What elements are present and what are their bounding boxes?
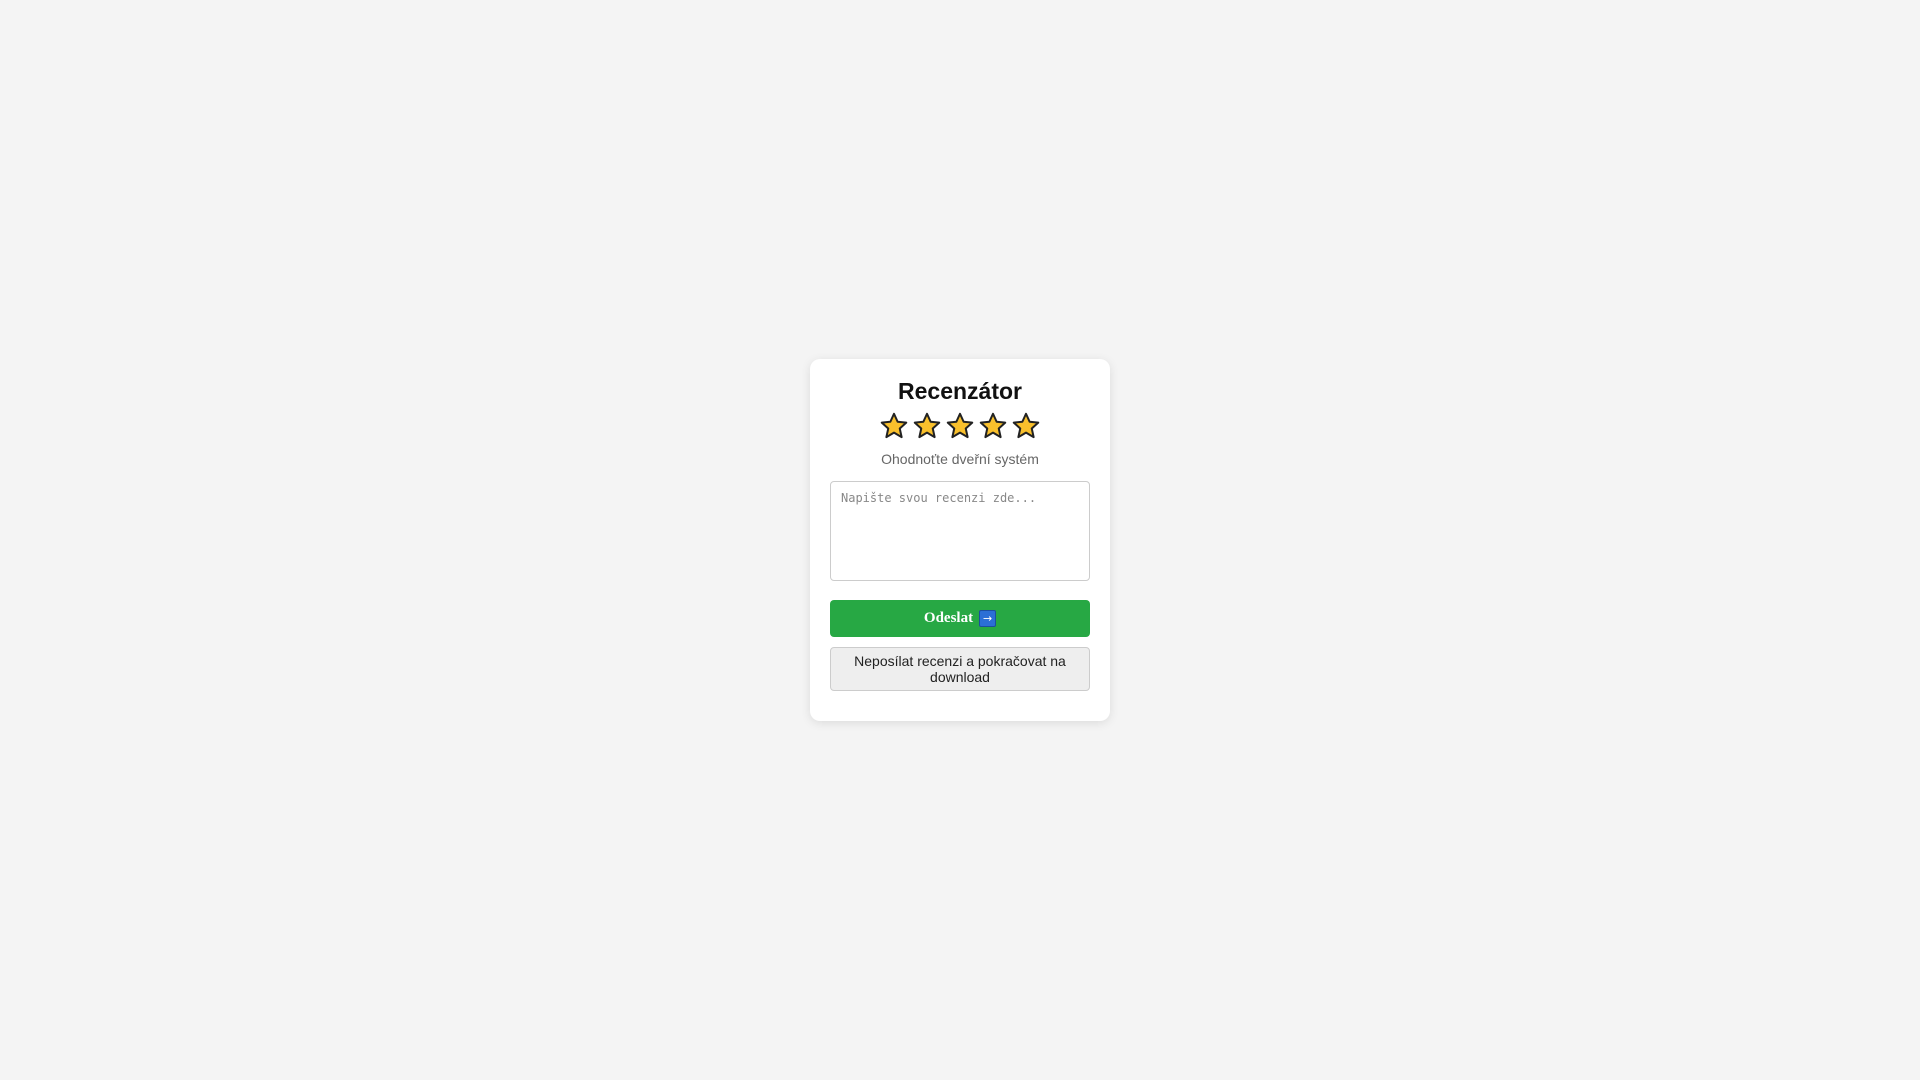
review-textarea[interactable] bbox=[830, 481, 1090, 581]
star-icon[interactable] bbox=[978, 411, 1008, 441]
arrow-right-icon: → bbox=[979, 610, 997, 627]
review-card: Recenzátor Ohodnoťte dveřní systém Odesl… bbox=[810, 359, 1110, 721]
card-title: Recenzátor bbox=[898, 378, 1022, 404]
submit-button[interactable]: Odeslat → bbox=[830, 600, 1090, 637]
submit-button-label: Odeslat bbox=[923, 610, 974, 626]
star-icon[interactable] bbox=[912, 411, 942, 441]
star-rating[interactable] bbox=[810, 411, 1110, 441]
card-subtitle: Ohodnoťte dveřní systém bbox=[881, 451, 1039, 467]
star-icon[interactable] bbox=[1011, 411, 1041, 441]
star-icon[interactable] bbox=[879, 411, 909, 441]
skip-review-button[interactable]: Neposílat recenzi a pokračovat na downlo… bbox=[830, 647, 1090, 691]
star-icon[interactable] bbox=[945, 411, 975, 441]
